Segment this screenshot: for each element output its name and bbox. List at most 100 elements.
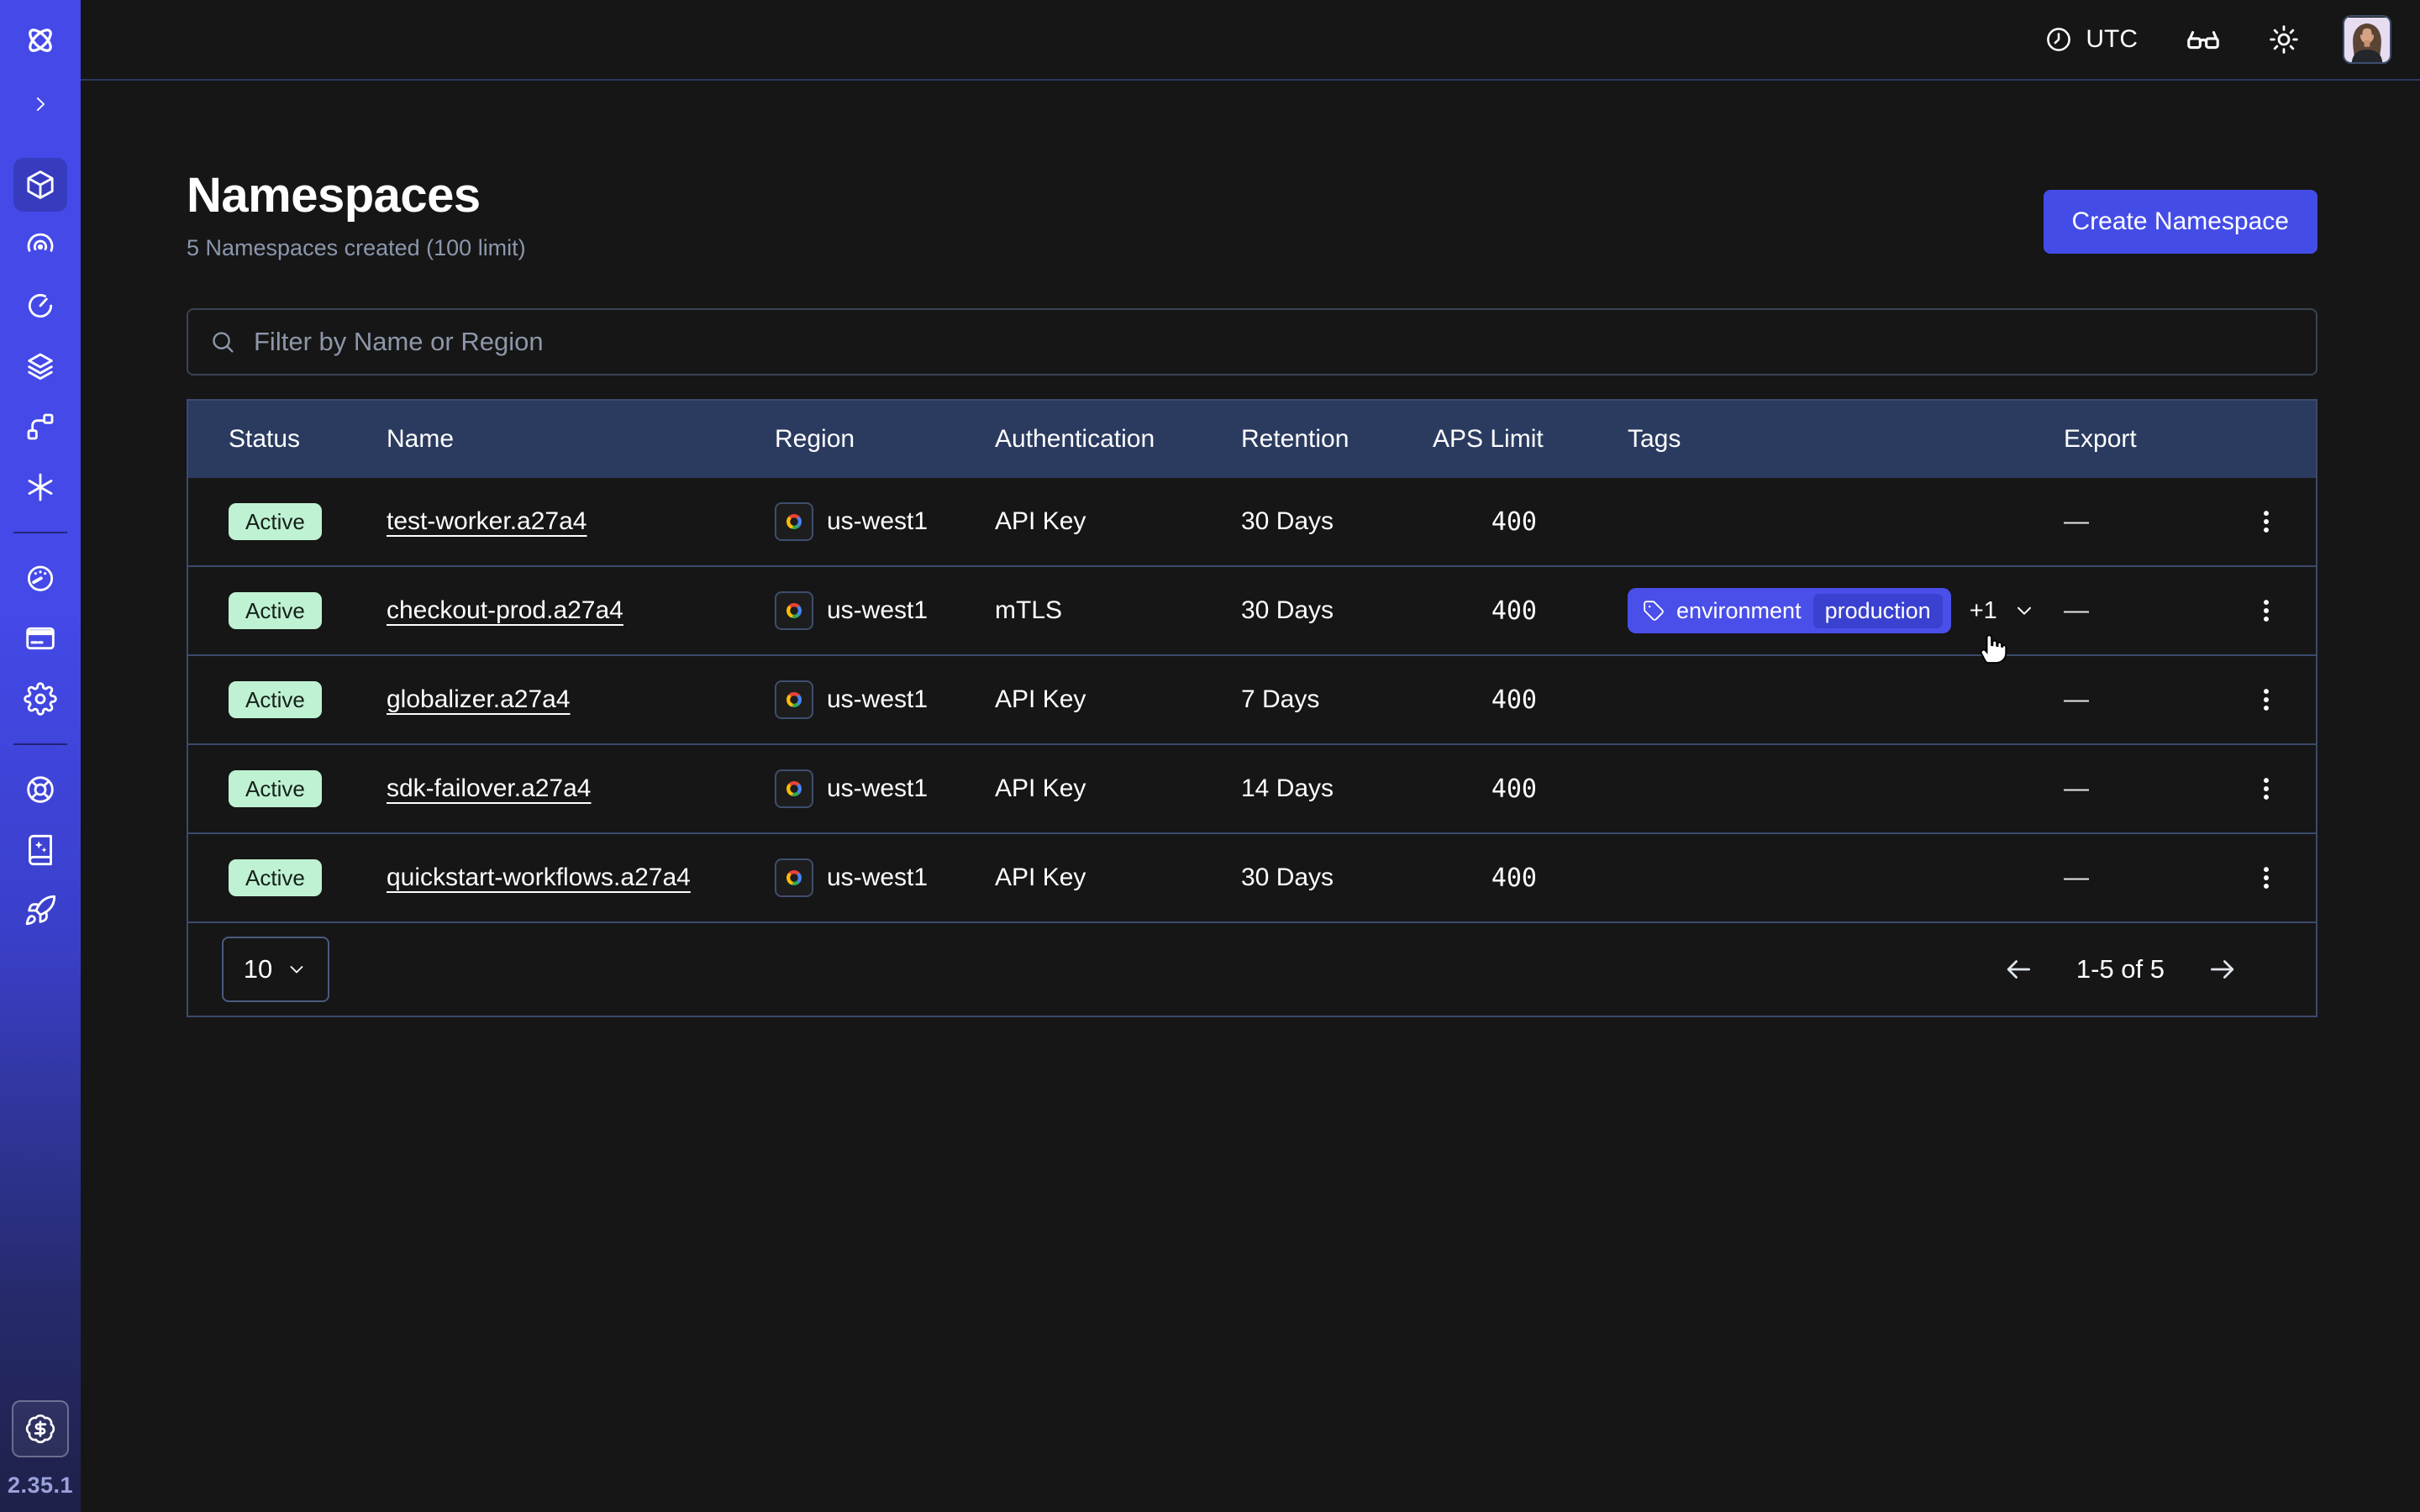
book-icon	[24, 833, 57, 867]
cell-actions	[2217, 590, 2316, 632]
cell-name: test-worker.a27a4	[346, 507, 734, 536]
nav-observability[interactable]	[13, 218, 67, 272]
nav-connectivity[interactable]	[13, 400, 67, 454]
temporal-logo[interactable]	[13, 18, 67, 62]
table-row: Activeglobalizer.a27a4us-west1API Key7 D…	[188, 654, 2316, 743]
table-header: StatusNameRegionAuthenticationRetentionA…	[188, 401, 2316, 478]
sidebar-bottom: 2.35.1	[8, 1400, 73, 1512]
row-menu-button[interactable]	[2245, 857, 2287, 899]
cell-retention: 7 Days	[1201, 685, 1392, 714]
sidebar: 2.35.1	[0, 0, 81, 1512]
tag-chip[interactable]: environment production	[1628, 588, 1951, 633]
arrow-right-icon	[2207, 953, 2238, 985]
gear-icon	[24, 682, 57, 716]
filter-bar	[187, 308, 2317, 375]
credits-badge-button[interactable]	[12, 1400, 69, 1457]
status-badge: Active	[229, 592, 322, 629]
row-menu-button[interactable]	[2245, 590, 2287, 632]
nav-settings[interactable]	[13, 672, 67, 726]
asterisk-icon	[24, 470, 57, 504]
user-avatar[interactable]	[2343, 15, 2391, 64]
lifebuoy-icon	[24, 773, 57, 806]
column-header-authentication: Authentication	[955, 425, 1201, 454]
cell-export: —	[2023, 685, 2217, 714]
page-subtitle: 5 Namespaces created (100 limit)	[187, 235, 526, 261]
cell-name: quickstart-workflows.a27a4	[346, 864, 734, 892]
namespace-link[interactable]: globalizer.a27a4	[387, 685, 571, 714]
cell-aps-limit: 400	[1392, 596, 1587, 626]
tag-value: production	[1813, 594, 1943, 628]
table-row: Active test-worker.a27a4 us-west1 API Key 30…	[188, 478, 2316, 565]
theme-toggle-sun-icon[interactable]	[2264, 19, 2304, 60]
cell-status: Active	[188, 859, 346, 896]
nav-getting-started[interactable]	[13, 884, 67, 937]
column-header-status: Status	[188, 425, 346, 454]
nav-support[interactable]	[13, 763, 67, 816]
page-size-select[interactable]: 10	[222, 937, 329, 1002]
cell-tags: environmentproduction+1	[1587, 588, 2023, 633]
topbar: UTC	[81, 0, 2420, 81]
cell-authentication: API Key	[955, 774, 1201, 803]
row-menu-button[interactable]	[2245, 501, 2287, 543]
chevron-right-icon	[29, 93, 51, 115]
auth-label: API Key	[995, 864, 1086, 892]
temporal-logo-icon	[21, 21, 60, 60]
column-header-tags: Tags	[1587, 425, 2023, 454]
gcp-icon	[775, 591, 813, 630]
region-label: us-west1	[827, 864, 928, 892]
namespace-link[interactable]: sdk-failover.a27a4	[387, 774, 592, 803]
nav-usage[interactable]	[13, 551, 67, 605]
page-title: Namespaces	[187, 166, 526, 225]
cell-authentication: API Key	[955, 864, 1201, 892]
cell-export: —	[2023, 507, 2217, 536]
previous-page-button[interactable]	[1999, 950, 2038, 989]
cell-status: Active	[188, 592, 346, 629]
cell-export: —	[2023, 864, 2217, 892]
export-value: —	[2064, 774, 2089, 803]
cell-actions	[2217, 768, 2316, 810]
nav-nexus[interactable]	[13, 460, 67, 514]
row-menu-button[interactable]	[2245, 679, 2287, 721]
nav-namespaces[interactable]	[13, 158, 67, 212]
clock-icon	[2044, 24, 2074, 55]
auth-label: API Key	[995, 774, 1086, 803]
namespace-link[interactable]: checkout-prod.a27a4	[387, 596, 623, 625]
observe-icon	[24, 228, 57, 262]
chevron-down-icon	[286, 958, 308, 980]
branch-icon	[24, 410, 57, 444]
cell-region: us-west1	[734, 502, 955, 541]
timezone-selector[interactable]: UTC	[2039, 24, 2143, 55]
table-header-row: StatusNameRegionAuthenticationRetentionA…	[188, 401, 2316, 478]
filter-input[interactable]	[252, 309, 2296, 375]
cell-aps-limit: 400	[1392, 685, 1587, 715]
create-namespace-button[interactable]: Create Namespace	[2044, 190, 2317, 254]
region-label: us-west1	[827, 774, 928, 803]
cell-authentication: mTLS	[955, 596, 1201, 625]
tag-key: environment	[1676, 598, 1802, 624]
arrow-left-icon	[2002, 953, 2034, 985]
namespace-link[interactable]: test-worker.a27a4	[387, 507, 587, 536]
row-menu-button[interactable]	[2245, 768, 2287, 810]
gauge-icon	[24, 561, 57, 595]
column-header-export: Export	[2023, 425, 2217, 454]
nav-billing[interactable]	[13, 612, 67, 665]
export-value: —	[2064, 596, 2089, 625]
aps-limit-value: 400	[1433, 685, 1537, 715]
next-page-button[interactable]	[2203, 950, 2242, 989]
glasses-icon[interactable]	[2181, 18, 2225, 61]
cell-authentication: API Key	[955, 685, 1201, 714]
cell-status: Active	[188, 681, 346, 718]
nav-schedules[interactable]	[13, 279, 67, 333]
nav-deployments[interactable]	[13, 339, 67, 393]
auth-label: API Key	[995, 507, 1086, 536]
kebab-icon	[2252, 596, 2281, 625]
sidebar-expand[interactable]	[13, 86, 67, 123]
aps-limit-value: 400	[1433, 596, 1537, 626]
namespace-link[interactable]: quickstart-workflows.a27a4	[387, 864, 691, 892]
cell-name: checkout-prod.a27a4	[346, 596, 734, 625]
cell-actions	[2217, 857, 2316, 899]
status-badge: Active	[229, 503, 322, 540]
nav-docs[interactable]	[13, 823, 67, 877]
cell-retention: 30 Days	[1201, 507, 1392, 536]
table-footer: 10 1-5 of 5	[188, 921, 2316, 1016]
